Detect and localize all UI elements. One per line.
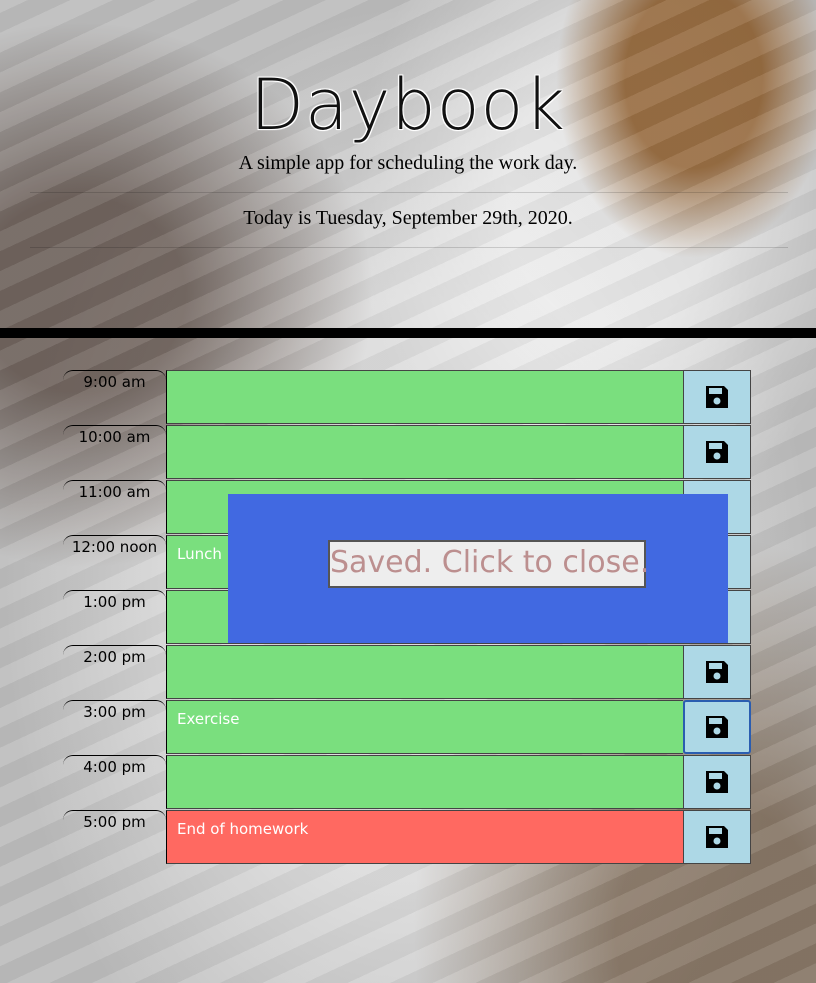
- hour-label: 3:00 pm: [63, 700, 166, 755]
- save-button[interactable]: [683, 755, 751, 809]
- floppy-disk-icon: [706, 826, 728, 848]
- time-block-row: 2:00 pm: [63, 645, 753, 700]
- task-input[interactable]: [166, 645, 683, 699]
- save-button[interactable]: [683, 370, 751, 424]
- hour-label: 10:00 am: [63, 425, 166, 480]
- save-button[interactable]: [683, 700, 751, 754]
- floppy-disk-icon: [706, 661, 728, 683]
- header-rule-top: [30, 192, 788, 193]
- hour-label: 4:00 pm: [63, 755, 166, 810]
- app-title: Daybook: [250, 64, 566, 146]
- hour-label: 5:00 pm: [63, 810, 166, 865]
- task-input[interactable]: End of homework: [166, 810, 683, 864]
- time-block-row: 5:00 pm End of homework: [63, 810, 753, 865]
- time-block-row: 10:00 am: [63, 425, 753, 480]
- task-input[interactable]: [166, 425, 683, 479]
- floppy-disk-icon: [706, 386, 728, 408]
- close-modal-button[interactable]: Saved. Click to close.: [328, 540, 649, 588]
- save-button[interactable]: [683, 425, 751, 479]
- save-button[interactable]: [683, 810, 751, 864]
- header: Daybook A simple app for scheduling the …: [0, 0, 816, 328]
- floppy-disk-icon: [706, 441, 728, 463]
- hour-label: 9:00 am: [63, 370, 166, 425]
- save-button[interactable]: [683, 645, 751, 699]
- floppy-disk-icon: [706, 771, 728, 793]
- hour-label: 12:00 noon: [63, 535, 166, 590]
- hour-label: 1:00 pm: [63, 590, 166, 645]
- time-block-row: 4:00 pm: [63, 755, 753, 810]
- current-day-prefix: Today is: [243, 207, 316, 229]
- current-day: Today is Tuesday, September 29th, 2020.: [0, 207, 816, 230]
- current-day-date: Tuesday, September 29th, 2020: [315, 207, 568, 229]
- app-subtitle: A simple app for scheduling the work day…: [238, 152, 578, 174]
- time-block-row: 9:00 am: [63, 370, 753, 425]
- section-divider: [0, 328, 816, 338]
- task-input[interactable]: [166, 755, 683, 809]
- task-input[interactable]: [166, 370, 683, 424]
- task-input[interactable]: Exercise: [166, 700, 683, 754]
- save-confirmation-modal[interactable]: Saved. Click to close.: [228, 494, 728, 643]
- header-rule-bottom: [30, 247, 788, 248]
- hour-label: 2:00 pm: [63, 645, 166, 700]
- time-block-row: 3:00 pm Exercise: [63, 700, 753, 755]
- hour-label: 11:00 am: [63, 480, 166, 535]
- floppy-disk-icon: [706, 716, 728, 738]
- current-day-suffix: .: [567, 207, 573, 229]
